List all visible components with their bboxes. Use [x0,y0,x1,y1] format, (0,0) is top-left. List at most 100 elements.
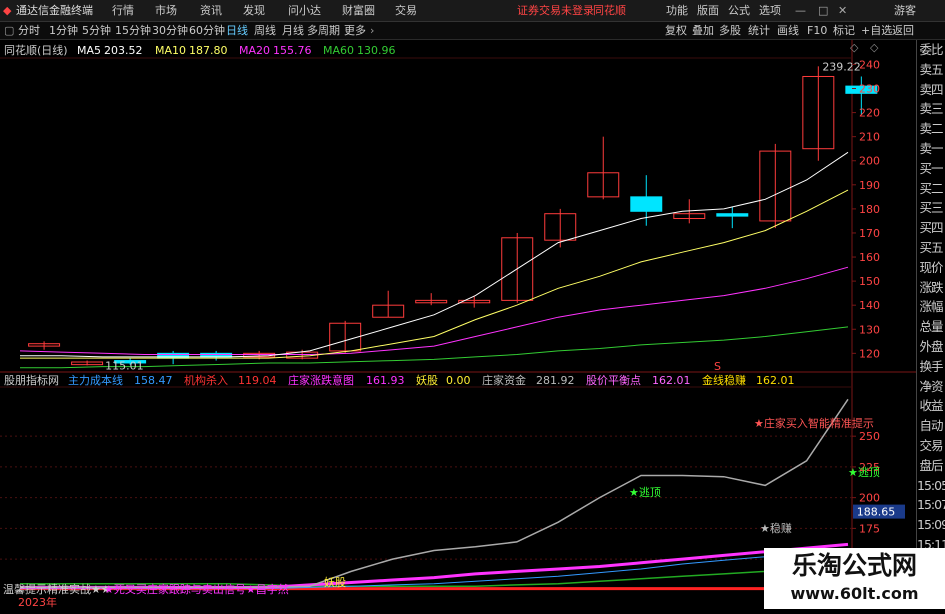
tool-biaoji[interactable]: 标记 [833,23,855,39]
broker-name[interactable]: 同花顺 [593,3,626,19]
bottom-tip: 温馨提示精准实战★★ [3,582,111,596]
tab-fenshi[interactable]: 分时 [18,23,40,39]
sidebar-item[interactable]: 买五 [917,238,945,258]
y-tick-label: 150 [859,275,880,288]
watermark: 乐淘公式网 www.60lt.com [764,548,945,609]
sidebar-item[interactable]: 自动 [917,416,945,436]
sidebar-item[interactable]: 现价 [917,258,945,278]
sidebar-item[interactable]: 买二 [917,179,945,199]
menu-item-zixun[interactable]: 资讯 [200,3,222,19]
app-title: 通达信金融终端 [16,4,93,17]
sidebar-item[interactable]: 卖四 [917,80,945,100]
period-tab-bar: ▢ 分时 1分钟 5分钟 15分钟 30分钟 60分钟 日线 周线 月线 多周期… [0,22,945,40]
legend-name: 妖股 [416,373,438,387]
tab-1min[interactable]: 1分钟 [49,23,78,39]
y-tick-label: 120 [859,347,880,360]
menu-item-jiaoyi[interactable]: 交易 [395,3,417,19]
y-tick-label: 170 [859,227,880,240]
sidebar-item[interactable]: 涨跌 [917,278,945,298]
tab-zhouxian[interactable]: 周线 [254,23,276,39]
stock-chart[interactable]: 239.22 115.01 120 130 140 150 160 170 180 190 200… [0,40,916,609]
signal-label: ★庄家买入智能精准提示 [754,416,874,430]
tool-duogu[interactable]: 多股 [719,23,741,39]
sidebar-item[interactable]: 15:05 [917,476,945,496]
y-tick-label: 180 [859,203,880,216]
tool-fanhui[interactable]: 返回 [892,23,914,39]
tab-5min[interactable]: 5分钟 [82,23,111,39]
guest-label[interactable]: 游客 [894,3,916,19]
ma-value-ma20: 155.76 [273,44,312,57]
menu-item-wenxiaoda[interactable]: 问小达 [288,3,321,19]
sidebar-item[interactable]: 卖三 [917,99,945,119]
ma5-line [20,151,849,358]
sidebar-item[interactable]: 买一 [917,159,945,179]
sidebar-item[interactable]: 委比 [917,40,945,60]
low-annotation: 115.01 [105,359,144,372]
legend-value: 119.04 [238,374,277,387]
y-tick-label: 160 [859,251,880,264]
sidebar-item[interactable]: 卖五 [917,60,945,80]
y-tick-label: 140 [859,299,880,312]
sidebar-item[interactable]: 外盘 [917,337,945,357]
period-menu-icon[interactable]: ▢ [4,23,14,39]
s-marker-icon: S [714,360,721,373]
tab-rixian[interactable]: 日线 [226,23,248,39]
y-tick-label: 130 [859,323,880,336]
signal-label: ★逃顶 [848,466,880,479]
sidebar-item[interactable]: 15:07 [917,495,945,515]
sidebar-item[interactable]: 换手 [917,357,945,377]
sidebar-item[interactable]: 涨幅 [917,297,945,317]
menu-item-banmian[interactable]: 版面 [697,3,719,19]
tab-15min[interactable]: 15分钟 [115,23,151,39]
sidebar-item[interactable]: 买四 [917,218,945,238]
y-tick-label: 240 [859,58,880,71]
maximize-icon[interactable]: □ [818,3,828,19]
sidebar-item[interactable]: 15:09 [917,515,945,535]
watermark-title: 乐淘公式网 [791,551,917,580]
more-chevron-icon[interactable]: › [370,23,374,39]
app-logo-icon: ◆ [3,4,12,17]
legend-name: 庄家涨跌意图 [288,373,354,387]
tab-yuexian[interactable]: 月线 [282,23,304,39]
tool-zixuan[interactable]: +自选 [861,23,892,39]
menu-item-shichang[interactable]: 市场 [155,3,177,19]
close-icon[interactable]: ✕ [838,3,847,19]
tool-f10[interactable]: F10 [807,23,827,39]
tool-huaxian[interactable]: 画线 [777,23,799,39]
sidebar-item[interactable]: 交易 [917,436,945,456]
sidebar-item[interactable]: 卖二 [917,119,945,139]
sidebar-item[interactable]: 收益 [917,396,945,416]
tab-gengduo[interactable]: 更多 [344,23,366,39]
signal-label: ★稳赚 [760,521,792,535]
sidebar-item[interactable]: 总量 [917,317,945,337]
menu-item-caifuquan[interactable]: 财富圈 [342,3,375,19]
tab-30min[interactable]: 30分钟 [152,23,188,39]
menu-item-gongshi[interactable]: 公式 [728,3,750,19]
tool-diejia[interactable]: 叠加 [692,23,714,39]
y-tick-label: 230 [859,83,880,96]
menu-item-xuanxiang[interactable]: 选项 [759,3,781,19]
sidebar-item[interactable]: 卖一 [917,139,945,159]
ma-label-ma20: MA20 [239,44,270,57]
tab-duozhouqi[interactable]: 多周期 [307,23,340,39]
legend-value: 162.01 [756,374,795,387]
menu-item-gongneng[interactable]: 功能 [666,3,688,19]
y-tick-label: 220 [859,107,880,120]
high-annotation: 239.22 [822,60,861,73]
minimize-icon[interactable]: — [795,3,806,19]
menu-item-hangqing[interactable]: 行情 [112,3,134,19]
settings-icon: ◇ [870,41,879,54]
sidebar-item[interactable]: 盘后 [917,456,945,476]
sidebar-item[interactable]: 买三 [917,198,945,218]
menu-bar: ◆ 通达信金融终端 行情 市场 资讯 发现 问小达 财富圈 交易 证券交易未登录… [0,0,945,22]
price-axis: 120 130 140 150 160 170 180 190 200 210 220 230 240 1… [852,58,905,566]
login-notice[interactable]: 证券交易未登录 [517,3,594,19]
ma-label-ma10: MA10 [155,44,186,57]
tool-tongji[interactable]: 统计 [748,23,770,39]
yaogu-tag: 妖股 [324,575,346,589]
legend-value: 161.93 [366,374,405,387]
sidebar-item[interactable]: 净资 [917,377,945,397]
tab-60min[interactable]: 60分钟 [189,23,225,39]
tool-fuquan[interactable]: 复权 [665,23,687,39]
menu-item-faxian[interactable]: 发现 [243,3,265,19]
